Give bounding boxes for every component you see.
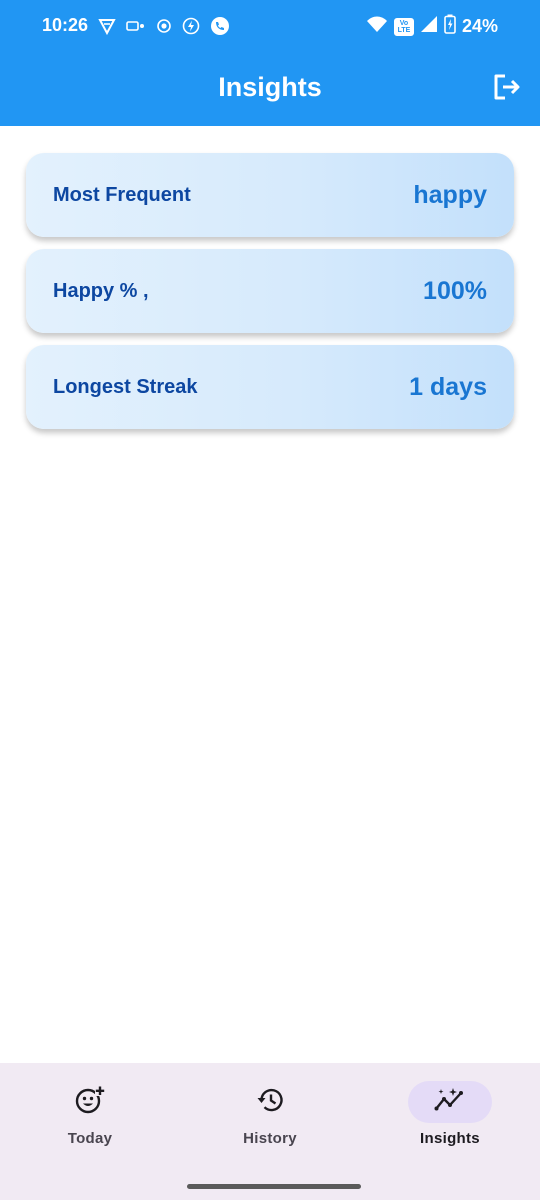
- battery-icon: [444, 14, 456, 39]
- insights-icon: [434, 1087, 466, 1118]
- volte-icon: Vo LTE: [393, 17, 414, 36]
- record-icon: [156, 18, 172, 39]
- system-status-icons: Vo LTE 24%: [366, 14, 498, 39]
- nav-icon-container: [48, 1081, 132, 1123]
- wifi-icon: [366, 15, 388, 38]
- page-title: Insights: [218, 72, 322, 102]
- nav-icon-container: [228, 1081, 312, 1123]
- battery-percent: 24%: [461, 16, 498, 36]
- card-value: 100%: [423, 276, 487, 305]
- nav-active-indicator: [408, 1081, 492, 1123]
- gesture-handle[interactable]: [187, 1184, 361, 1189]
- history-icon: [255, 1085, 285, 1120]
- logout-button[interactable]: [492, 74, 522, 104]
- logout-icon: [493, 74, 521, 105]
- nav-item-today[interactable]: Today: [0, 1081, 180, 1147]
- app-bar: Insights: [0, 52, 540, 126]
- screen: 10:26 Vo LTE 24% Insights Most Frequent …: [0, 0, 540, 1200]
- cast-icon: [126, 19, 146, 38]
- notification-icons: [98, 16, 230, 41]
- add-reaction-icon: [75, 1085, 105, 1120]
- card-label: Longest Streak: [53, 375, 198, 398]
- insight-cards: Most Frequent happy Happy % , 100% Longe…: [26, 153, 514, 441]
- cellular-signal-icon: [420, 15, 438, 38]
- longest-streak-card: Longest Streak 1 days: [26, 345, 514, 429]
- nav-label: History: [243, 1130, 297, 1147]
- nav-label: Today: [67, 1130, 113, 1147]
- phone-app-icon: [210, 16, 230, 41]
- nav-label: Insights: [420, 1130, 480, 1147]
- card-value: happy: [413, 180, 487, 209]
- status-time: 10:26: [42, 15, 89, 35]
- nav-item-insights[interactable]: Insights: [360, 1081, 540, 1147]
- card-label: Happy % ,: [53, 279, 149, 302]
- vpn-shield-icon: [98, 17, 116, 40]
- happy-percent-card: Happy % , 100%: [26, 249, 514, 333]
- card-label: Most Frequent: [53, 183, 191, 206]
- bottom-navigation: Today History Insights: [0, 1063, 540, 1200]
- card-value: 1 days: [409, 372, 487, 401]
- nav-item-history[interactable]: History: [180, 1081, 360, 1147]
- status-bar: 10:26 Vo LTE 24%: [0, 0, 540, 52]
- most-frequent-card: Most Frequent happy: [26, 153, 514, 237]
- flash-icon: [182, 17, 200, 40]
